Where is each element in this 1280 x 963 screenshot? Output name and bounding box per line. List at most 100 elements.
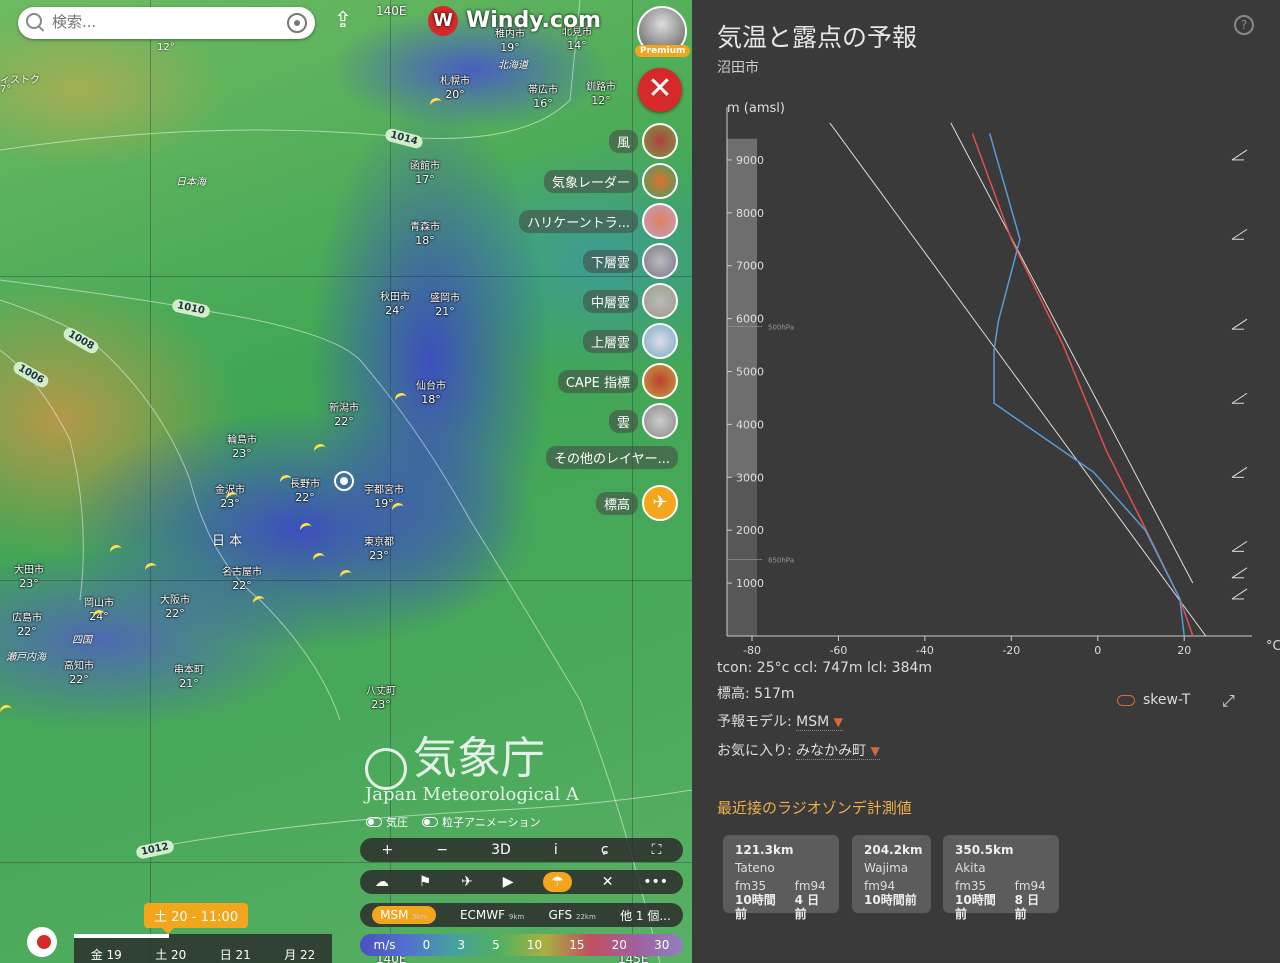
longitude-label: 140E (376, 4, 407, 18)
layer-low-cloud[interactable]: 下層雲 (582, 243, 678, 279)
more-icon[interactable]: ••• (643, 874, 668, 890)
flag-icon[interactable]: ⚑ (419, 874, 432, 890)
low-cloud-icon (642, 243, 678, 279)
layer-cape[interactable]: CAPE 指標 (557, 363, 678, 399)
y-tick-label: 3000 (736, 471, 764, 484)
layer-label: 風 (608, 129, 638, 153)
play-button[interactable] (27, 927, 57, 957)
temp-label: 7° (0, 84, 12, 95)
particles-toggle[interactable]: 粒子アニメーション (422, 814, 541, 830)
city-label: 八丈町 23° (366, 686, 396, 711)
toggle-switch[interactable] (1117, 694, 1135, 706)
layer-cloud[interactable]: 雲 (608, 403, 678, 439)
layer-hurricane[interactable]: ハリケーントラ... (519, 203, 678, 239)
tools-icon[interactable]: ✕ (602, 874, 614, 890)
city-label: 東京都 23° (364, 537, 394, 562)
close-button[interactable]: ✕ (638, 68, 682, 112)
wind-barb (1231, 228, 1248, 240)
model-more[interactable]: 他 1 個... (620, 907, 671, 924)
plane-icon: ✈ (642, 485, 678, 521)
model-gfs[interactable]: GFS 22km (549, 908, 596, 922)
x-tick-label: -40 (916, 644, 934, 655)
toggle-switch[interactable] (366, 817, 382, 827)
search-bar[interactable] (18, 7, 315, 39)
wind-barb (1231, 466, 1248, 478)
zoom-in-button[interactable]: + (382, 842, 394, 858)
layer-altitude[interactable]: 標高 ✈ (595, 485, 678, 521)
wind-icon (642, 123, 678, 159)
wind-barb (1231, 540, 1248, 552)
location-marker[interactable] (334, 471, 354, 491)
cloud-icon (642, 403, 678, 439)
city-label: 秋田市 24° (380, 292, 410, 317)
layer-label: 上層雲 (582, 329, 638, 353)
pressure-toggle[interactable]: 気圧 (366, 814, 408, 830)
city-label: 大田市 23° (14, 565, 44, 590)
model-dropdown[interactable]: MSM ▼ (796, 714, 843, 731)
layer-high-cloud[interactable]: 上層雲 (582, 323, 678, 359)
layer-wind[interactable]: 風 (608, 123, 678, 159)
region-label: 瀬戸内海 (6, 652, 46, 663)
city-label: 青森市 18° (410, 222, 440, 247)
search-input[interactable] (50, 12, 274, 32)
sounding-chart: m (amsl) °C 1000 2000 3000 4000 5000 6000 7000 80… (726, 101, 1280, 655)
legend-value: 3 (457, 938, 466, 952)
legend-value: 15 (569, 938, 585, 952)
layer-radar[interactable]: 気象レーダー (543, 163, 678, 199)
map-toolbar: + − 3D i ɕ ⛶ (360, 838, 683, 862)
hurricane-button-icon[interactable]: ɕ (601, 842, 609, 858)
legend-value: 0 (422, 938, 431, 952)
elevation-info: 標高: 517m (717, 686, 795, 702)
timeline[interactable]: 金 19 土 20 日 21 月 22 (74, 934, 332, 963)
reference-line (950, 122, 1194, 584)
3d-button[interactable]: 3D (491, 842, 511, 858)
locate-icon[interactable] (287, 13, 307, 33)
x-axis-label: °C (1266, 639, 1280, 654)
y-tick-label: 6000 (736, 313, 764, 326)
cape-icon (642, 363, 678, 399)
timeline-day[interactable]: 月 22 (284, 946, 315, 963)
help-icon[interactable]: ? (1234, 15, 1254, 35)
zoom-out-button[interactable]: − (436, 842, 448, 858)
y-tick-label: 1000 (736, 577, 764, 590)
expand-icon[interactable]: ⤢ (1222, 691, 1235, 711)
y-tick-label: 7000 (736, 260, 764, 273)
weather-map[interactable]: 140E 140E 145E 日本海 日 本 北海道 四国 瀬戸内海 ィストク … (0, 0, 692, 963)
timeline-day[interactable]: 日 21 (220, 946, 251, 963)
mid-cloud-icon (642, 283, 678, 319)
wind-barb (1231, 567, 1248, 579)
layer-more[interactable]: その他のレイヤー... (545, 440, 678, 474)
radiosonde-card[interactable]: 350.5km Akita fm35 10時間前 fm94 8 日前 (943, 835, 1059, 921)
city-label: 函館市 17° (410, 161, 440, 186)
share-icon[interactable]: ⇪ (330, 8, 356, 36)
city-label: 長野市 22° (290, 479, 320, 504)
pressure-level-label: 850hPa (768, 556, 794, 564)
timeline-day[interactable]: 金 19 (91, 946, 122, 963)
skewt-toggle[interactable]: skew-T (1117, 692, 1190, 708)
layer-mid-cloud[interactable]: 中層雲 (582, 283, 678, 319)
airport-icon[interactable]: ✈ (461, 874, 473, 890)
altitude-strip-lower (727, 477, 757, 636)
info-icon[interactable]: i (554, 842, 558, 858)
radiosonde-card[interactable]: 204.2km Wajima fm94 10時間前 (852, 835, 931, 913)
legend-value: 20 (611, 938, 627, 952)
toggle-switch[interactable] (422, 817, 438, 827)
weather-icon[interactable]: ☁ (375, 874, 389, 890)
model-ecmwf[interactable]: ECMWF 9km (460, 908, 524, 922)
radiosonde-card[interactable]: 121.3km Tateno fm35 10時間前 fm94 4 日前 (723, 835, 839, 921)
radar-icon (642, 163, 678, 199)
favorite-dropdown[interactable]: みなかみ町 ▼ (796, 743, 880, 760)
wind-barb (1231, 318, 1248, 330)
layer-label: 標高 (595, 491, 638, 515)
paraglide-icon[interactable]: ☂ (543, 872, 572, 892)
temp-label: 12° (157, 42, 175, 53)
time-bubble[interactable]: 土 20 - 11:00 (144, 903, 249, 934)
wind-barb (1231, 392, 1248, 404)
fullscreen-icon[interactable]: ⛶ (652, 842, 662, 858)
model-msm[interactable]: MSM 5km (372, 906, 436, 924)
timeline-day[interactable]: 土 20 (155, 946, 186, 963)
jma-logo: 気象庁 Japan Meteorological A (365, 733, 579, 805)
overlay-toolbar: ☁ ⚑ ✈ ▶ ☂ ✕ ••• (360, 870, 683, 894)
webcam-icon[interactable]: ▶ (503, 874, 514, 890)
layer-label: ハリケーントラ... (519, 209, 638, 233)
